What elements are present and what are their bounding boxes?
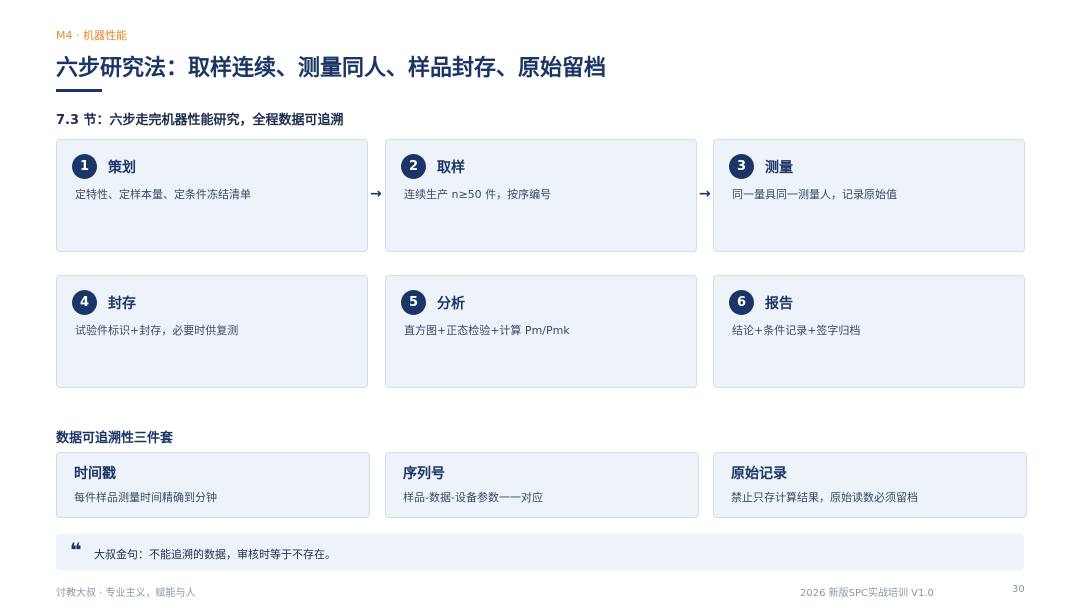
step-description: 结论+条件记录+签字归档 (732, 324, 861, 337)
step-description: 连续生产 n≥50 件，按序编号 (404, 188, 552, 201)
step-number-badge: 5 (401, 290, 426, 315)
trace-title: 时间戳 (74, 466, 116, 482)
module-tag: M4 · 机器性能 (56, 29, 127, 42)
step-card-analysis: 5 分析 直方图+正态检验+计算 Pm/Pmk (385, 275, 697, 388)
trace-description: 样品-数据-设备参数一一对应 (403, 491, 543, 504)
step-title: 报告 (765, 296, 793, 312)
trace-card-timestamp: 时间戳 每件样品测量时间精确到分钟 (56, 452, 370, 518)
quote-icon: ❝ (70, 538, 82, 562)
trace-card-raw-records: 原始记录 禁止只存计算结果，原始读数必须留档 (713, 452, 1027, 518)
step-card-report: 6 报告 结论+条件记录+签字归档 (713, 275, 1025, 388)
trace-description: 禁止只存计算结果，原始读数必须留档 (731, 491, 918, 504)
step-description: 直方图+正态检验+计算 Pm/Pmk (404, 324, 570, 337)
arrow-right-icon: → (370, 186, 382, 202)
trace-title: 原始记录 (731, 466, 787, 482)
step-card-sampling: 2 取样 连续生产 n≥50 件，按序编号 (385, 139, 697, 252)
step-number-badge: 1 (72, 154, 97, 179)
step-title: 分析 (437, 296, 465, 312)
step-number-badge: 2 (401, 154, 426, 179)
page-title: 六步研究法：取样连续、测量同人、样品封存、原始留档 (56, 56, 607, 81)
title-underline (56, 89, 102, 92)
step-description: 试验件标识+封存，必要时供复测 (75, 324, 239, 337)
footer-course-title: 2026 新版SPC实战培训 V1.0 (800, 588, 934, 599)
step-card-seal: 4 封存 试验件标识+封存，必要时供复测 (56, 275, 368, 388)
trace-title: 序列号 (403, 466, 445, 482)
traceability-heading: 数据可追溯性三件套 (56, 431, 174, 446)
step-title: 策划 (108, 160, 136, 176)
quote-text: 大叔金句：不能追溯的数据，审核时等于不存在。 (94, 548, 336, 561)
step-number-badge: 6 (729, 290, 754, 315)
footer-brand: 讨教大叔 · 专业主义，赋能与人 (56, 588, 196, 599)
step-card-plan: 1 策划 定特性、定样本量、定条件冻结清单 (56, 139, 368, 252)
trace-description: 每件样品测量时间精确到分钟 (74, 491, 217, 504)
page-number: 30 (1012, 584, 1025, 595)
trace-card-serial: 序列号 样品-数据-设备参数一一对应 (385, 452, 699, 518)
step-description: 同一量具同一测量人，记录原始值 (732, 188, 897, 201)
step-card-measurement: 3 测量 同一量具同一测量人，记录原始值 (713, 139, 1025, 252)
step-number-badge: 4 (72, 290, 97, 315)
step-number-badge: 3 (729, 154, 754, 179)
step-description: 定特性、定样本量、定条件冻结清单 (75, 188, 251, 201)
section-subtitle: 7.3 节：六步走完机器性能研究，全程数据可追溯 (56, 113, 344, 128)
quote-bar: ❝ 大叔金句：不能追溯的数据，审核时等于不存在。 (56, 534, 1024, 570)
step-title: 封存 (108, 296, 136, 312)
step-title: 取样 (437, 160, 465, 176)
step-title: 测量 (765, 160, 793, 176)
arrow-right-icon: → (699, 186, 711, 202)
